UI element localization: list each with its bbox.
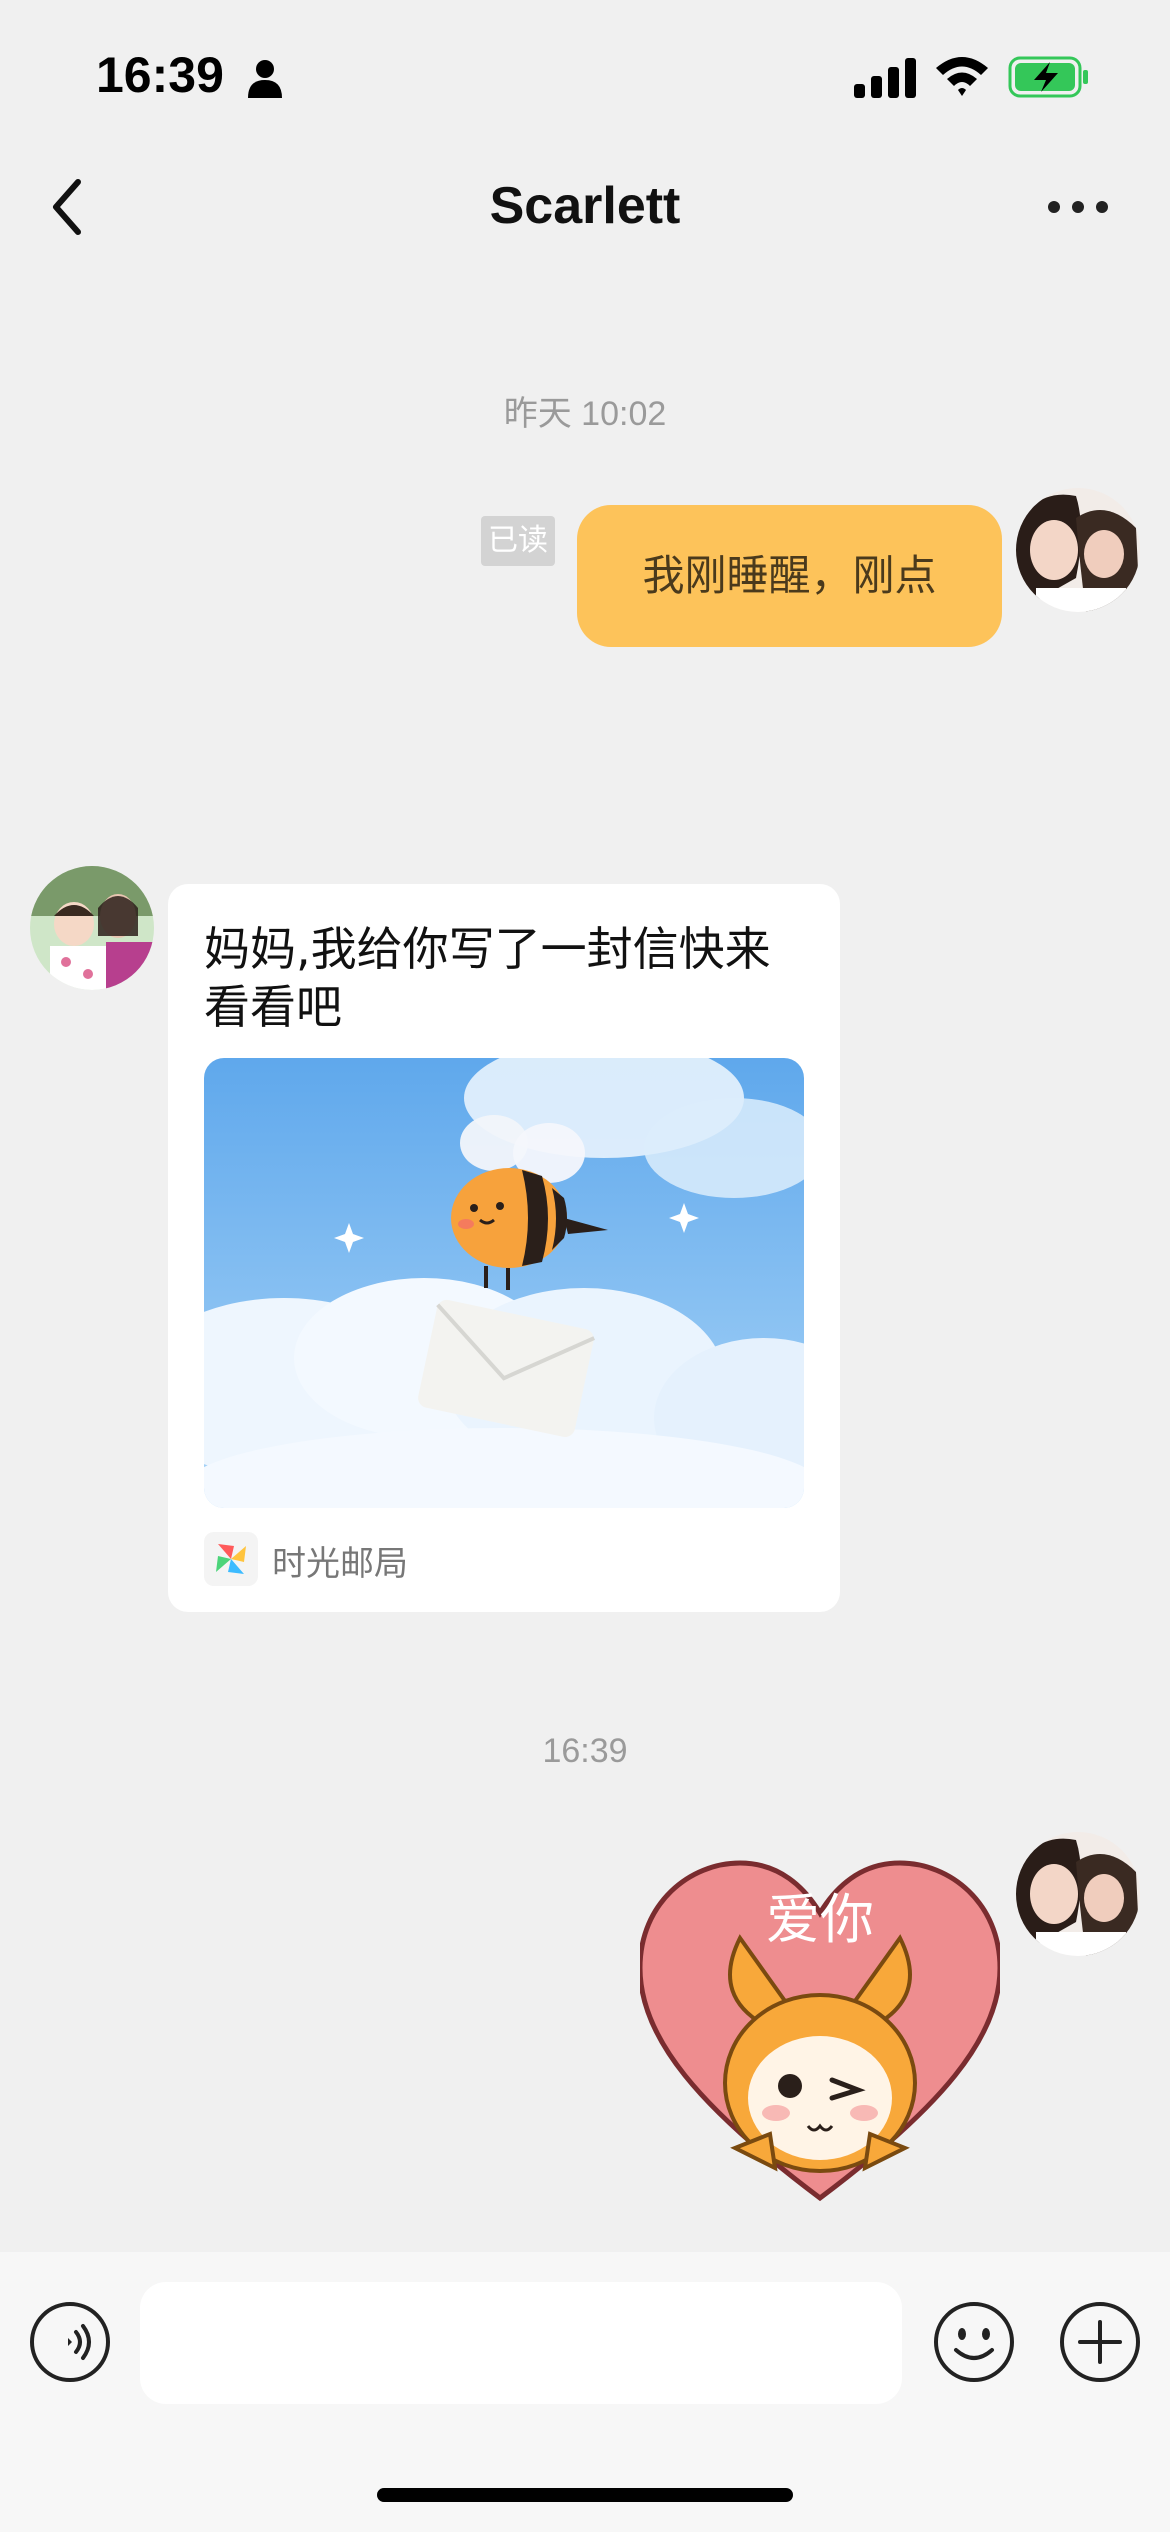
voice-icon[interactable] xyxy=(28,2300,112,2384)
message-timestamp: 昨天 10:02 xyxy=(503,395,667,433)
more-dots-icon[interactable] xyxy=(1046,192,1110,222)
message-input[interactable] xyxy=(140,2282,902,2404)
plus-icon[interactable] xyxy=(1058,2300,1142,2384)
signal-icon xyxy=(854,58,916,98)
status-bar: 16:39 xyxy=(0,0,1170,140)
nav-bar: Scarlett xyxy=(0,150,1170,265)
my-avatar[interactable] xyxy=(1016,1832,1140,1956)
contact-avatar[interactable] xyxy=(30,866,154,990)
time-post-office-app-icon xyxy=(204,1532,258,1586)
home-indicator[interactable] xyxy=(377,2488,793,2502)
heart-bunny-sticker-icon: 爱你 xyxy=(637,1860,1003,2202)
my-avatar[interactable] xyxy=(1016,488,1140,612)
person-icon xyxy=(248,60,282,98)
emoji-icon[interactable] xyxy=(932,2300,1016,2384)
wifi-icon xyxy=(936,57,988,96)
love-you-sticker[interactable]: 爱你 xyxy=(637,1858,1003,2208)
chat-title: Scarlett xyxy=(489,177,681,235)
sticker-text: 爱你 xyxy=(766,1888,874,1951)
battery-charging-icon xyxy=(1008,56,1088,98)
status-time: 16:39 xyxy=(96,47,224,103)
letter-card-message[interactable]: 妈妈,我给你写了一封信快来看看吧 时光邮局 xyxy=(168,884,840,1612)
message-timestamp: 16:39 xyxy=(542,1732,628,1770)
outgoing-message-bubble[interactable]: 我刚睡醒，刚点 xyxy=(577,505,1002,647)
card-app-name: 时光邮局 xyxy=(272,1544,408,1584)
card-message-text: 妈妈,我给你写了一封信快来看看吧 xyxy=(204,922,771,1034)
read-status-badge: 已读 xyxy=(481,516,555,566)
bee-letter-illustration[interactable] xyxy=(204,1058,804,1508)
